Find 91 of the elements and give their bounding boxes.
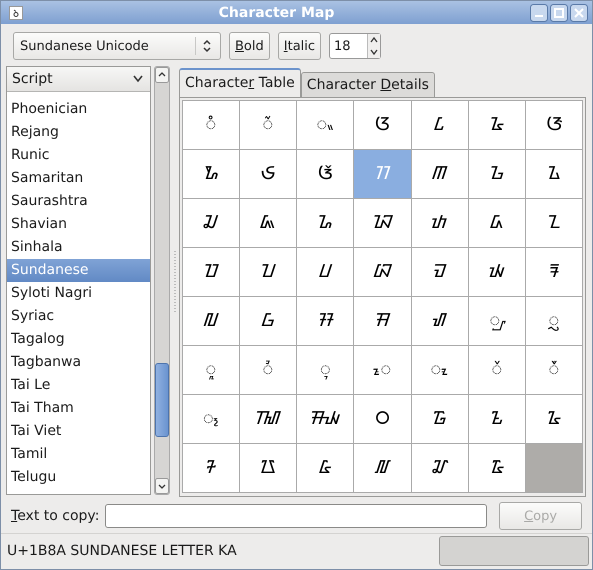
script-item[interactable]: Tamil [7,443,150,466]
character-cell[interactable]: ᮧ [412,346,469,395]
character-cell[interactable]: ᮞ [297,297,354,346]
script-item[interactable]: Syriac [7,305,150,328]
script-item[interactable]: Tai Tham [7,397,150,420]
tab[interactable]: Character Details [300,72,435,97]
minimize-button[interactable] [530,4,548,22]
script-item[interactable]: Shavian [7,213,150,236]
column-header[interactable]: Script [7,67,150,92]
scroll-thumb[interactable] [155,363,169,437]
tab[interactable]: Character Table [179,68,301,97]
script-item[interactable]: Runic [7,144,150,167]
character-cell[interactable]: ᮈ [240,150,298,199]
script-item[interactable]: Sinhala [7,236,150,259]
character-cell[interactable]: ᮹ [468,444,526,493]
character-cell[interactable]: ᮳ [526,395,583,444]
character-cell[interactable]: ᮔ [526,199,583,248]
window-title: Character Map [218,4,336,20]
bold-button[interactable]: Bold [229,32,270,60]
script-item[interactable]: Tai Le [7,374,150,397]
close-button[interactable] [570,4,588,22]
character-cell[interactable]: ᮂ [297,101,354,150]
italic-button[interactable]: Italic [278,32,322,60]
character-cell[interactable]: ᮨ [468,346,526,395]
character-cell[interactable]: ᮁ [240,101,298,150]
font-size-spinner[interactable]: 18 [329,33,382,59]
character-cell[interactable]: ᮅ [468,101,526,150]
character-cell[interactable]: ᮠ [412,297,469,346]
app-icon [9,6,23,20]
character-cell[interactable]: ᮵ [240,444,298,493]
character-cell[interactable]: ᮴ [183,444,240,493]
chevron-icon [132,75,144,83]
character-cell[interactable]: ᮰ [354,395,412,444]
scroll-up-icon[interactable] [155,67,169,83]
character-cell[interactable]: ᮤ [240,346,298,395]
character-cell[interactable]: ᮖ [240,248,298,297]
character-cell[interactable]: ᮒ [412,199,469,248]
character-cell[interactable]: ᮃ [354,101,412,150]
character-cell[interactable]: ᮩ [526,346,583,395]
script-item[interactable]: Telugu [7,466,150,489]
character-cell[interactable]: ᮣ [183,346,240,395]
updown-icon [202,39,212,53]
character-cell[interactable]: ᮝ [240,297,298,346]
character-cell[interactable]: ᮮ [240,395,298,444]
character-cell[interactable]: ᮯ [297,395,354,444]
character-cell[interactable]: ᮲ [468,395,526,444]
character-cell[interactable]: ᮸ [412,444,469,493]
character-cell[interactable]: ᮄ [412,101,469,150]
character-cell[interactable]: ᮉ [297,150,354,199]
character-cell[interactable]: ᮷ [354,444,412,493]
character-cell[interactable]: ᮗ [297,248,354,297]
script-item[interactable]: Saurashtra [7,190,150,213]
maximize-button[interactable] [550,4,568,22]
script-item[interactable]: Phoenician [7,98,150,121]
status-text: U+1B8A SUNDANESE LETTER KA [7,543,238,559]
character-cell[interactable]: ᮚ [468,248,526,297]
text-to-copy-label: Text to copy: [11,508,100,524]
character-cell[interactable]: ᮶ [297,444,354,493]
character-cell[interactable]: ᮐ [297,199,354,248]
script-item[interactable]: Tai Viet [7,420,150,443]
character-cell[interactable]: ᮋ [412,150,469,199]
character-cell[interactable]: ᮑ [354,199,412,248]
character-cell[interactable]: ᮜ [183,297,240,346]
scrollbar[interactable] [154,66,170,495]
character-cell[interactable]: ᮛ [526,248,583,297]
character-cell[interactable]: ᮦ [354,346,412,395]
font-dropdown[interactable]: Sundanese Unicode [13,32,221,60]
character-cell[interactable]: ᮆ [526,101,583,150]
character-cell[interactable]: ᮱ [412,395,469,444]
character-cell[interactable]: ᮏ [240,199,298,248]
scroll-down-icon[interactable] [155,478,169,494]
character-cell[interactable]: ᮕ [183,248,240,297]
text-to-copy-field[interactable] [105,504,488,528]
character-cell[interactable]: ᮟ [354,297,412,346]
character-cell[interactable]: ᮎ [183,199,240,248]
character-cell[interactable]: ᮘ [354,248,412,297]
character-cell[interactable]: ᮀ [183,101,240,150]
character-cell[interactable]: ᮥ [297,346,354,395]
character-cell[interactable]: ᮪ [183,395,240,444]
character-cell[interactable]: ᮢ [526,297,583,346]
character-cell[interactable]: ᮡ [468,297,526,346]
character-cell[interactable]: ᮌ [468,150,526,199]
script-item[interactable]: Tagalog [7,328,150,351]
character-cell[interactable]: ᮓ [468,199,526,248]
character-cell[interactable]: ᮇ [183,150,240,199]
script-item[interactable]: Rejang [7,121,150,144]
script-item[interactable]: Samaritan [7,167,150,190]
character-cell[interactable]: ᮙ [412,248,469,297]
character-cell[interactable]: ᮍ [526,150,583,199]
script-item[interactable]: Tagbanwa [7,351,150,374]
script-item[interactable]: Syloti Nagri [7,282,150,305]
